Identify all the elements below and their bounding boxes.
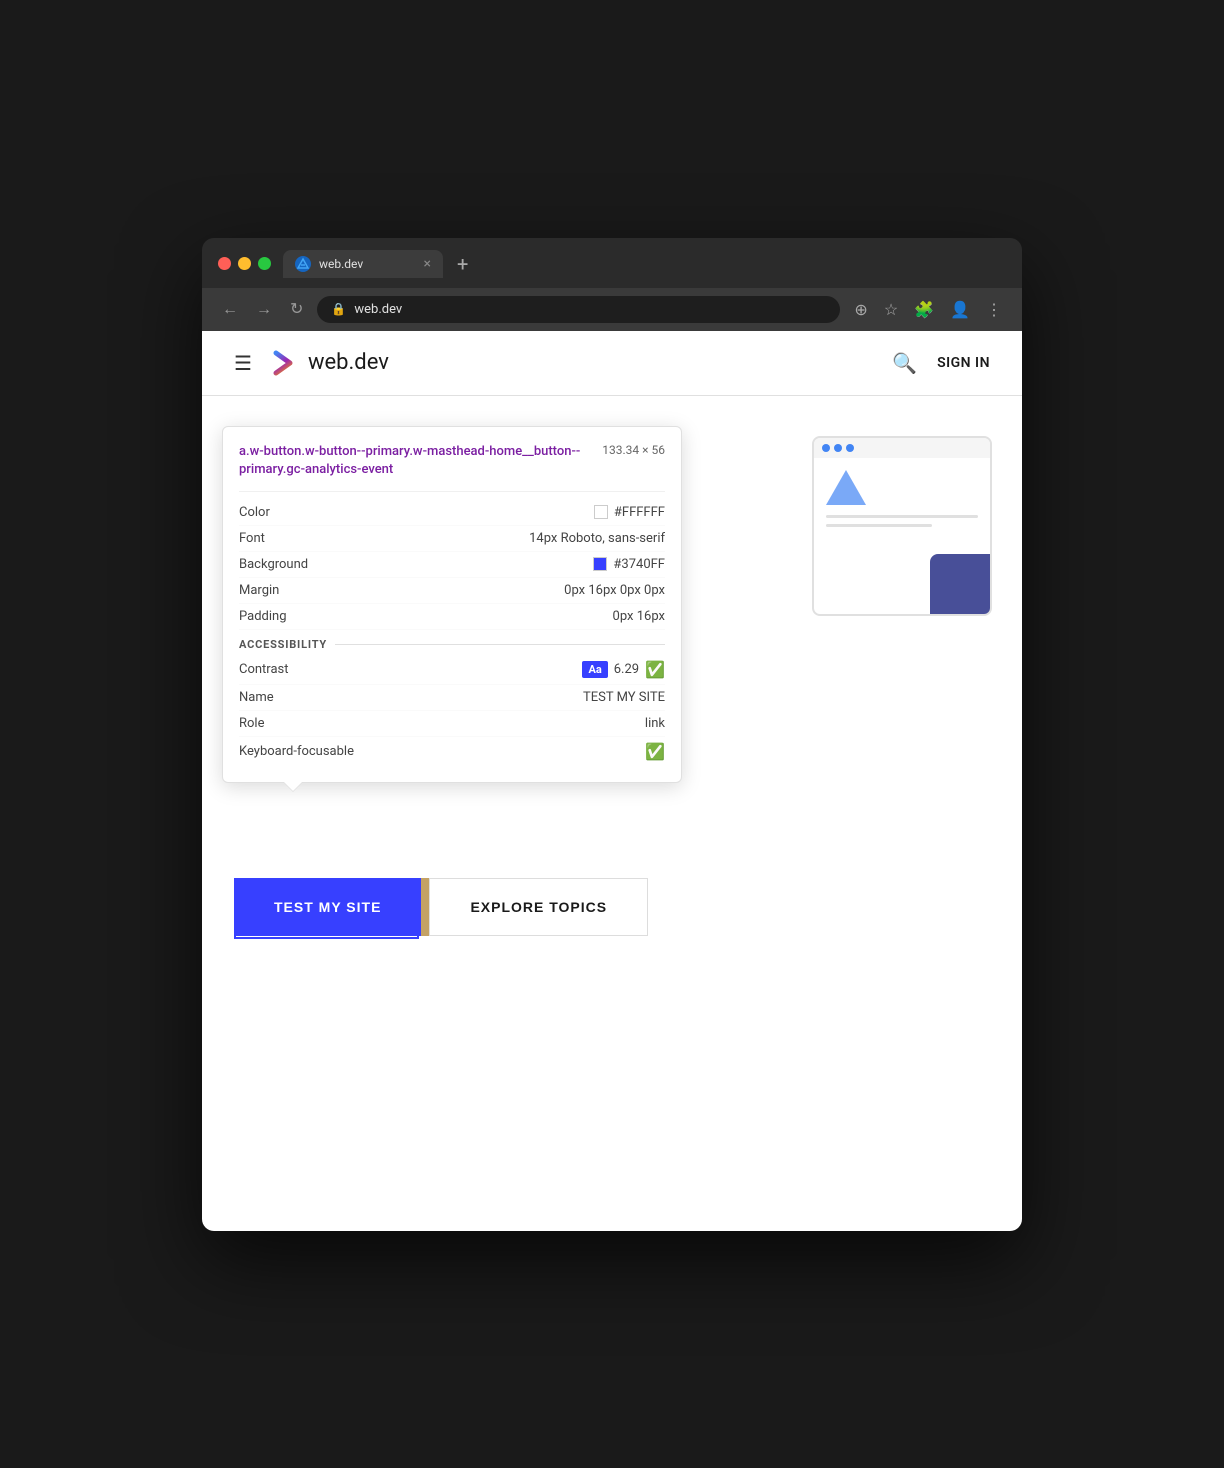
color-value: #FFFFFF (594, 505, 665, 520)
contrast-number: 6.29 (614, 662, 639, 677)
test-my-site-button[interactable]: TEST MY SITE (234, 878, 421, 936)
section-divider (335, 644, 665, 645)
font-row: Font 14px Roboto, sans-serif (239, 526, 665, 552)
inspector-tooltip: a.w-button.w-button--primary.w-masthead-… (222, 426, 682, 783)
tab-favicon-icon (295, 256, 311, 272)
browser-navbar: ← → ↻ 🔒 web.dev ⊕ ☆ 🧩 👤 ⋮ (202, 288, 1022, 331)
tooltip-header: a.w-button.w-button--primary.w-masthead-… (239, 443, 665, 479)
page-content: ☰ web.dev (202, 331, 1022, 1231)
mockup-dot-1 (822, 444, 830, 452)
browser-tab[interactable]: web.dev × (283, 250, 443, 278)
new-tab-button[interactable]: + (451, 252, 474, 276)
minimize-button[interactable] (238, 257, 251, 270)
address-bar[interactable]: 🔒 web.dev (317, 296, 840, 323)
browser-window: web.dev × + ← → ↻ 🔒 web.dev ⊕ ☆ 🧩 👤 ⋮ ☰ (202, 238, 1022, 1231)
contrast-check-icon: ✅ (645, 660, 665, 679)
background-label: Background (239, 557, 308, 572)
tooltip-properties: Color #FFFFFF Font 14px Roboto, sans-ser… (239, 491, 665, 766)
mockup-line-1 (826, 515, 978, 518)
contrast-badge: Aa (582, 661, 607, 678)
browser-mockup-illustration (812, 436, 992, 616)
zoom-icon[interactable]: ⊕ (850, 298, 871, 321)
color-row: Color #FFFFFF (239, 500, 665, 526)
url-display: web.dev (354, 302, 826, 317)
star-icon[interactable]: ☆ (880, 298, 902, 321)
mockup-triangle-shape (826, 470, 866, 505)
logo-text: web.dev (308, 350, 389, 375)
close-button[interactable] (218, 257, 231, 270)
more-options-icon[interactable]: ⋮ (982, 298, 1006, 321)
search-icon[interactable]: 🔍 (892, 351, 917, 375)
color-label: Color (239, 505, 270, 520)
color-swatch-white (594, 505, 608, 519)
puzzle-icon[interactable]: 🧩 (910, 298, 938, 321)
padding-value: 0px 16px (613, 609, 665, 624)
mockup-line-2 (826, 524, 932, 527)
name-value: TEST MY SITE (583, 690, 665, 705)
tab-bar: web.dev × + (283, 250, 1006, 278)
role-value: link (645, 716, 665, 731)
padding-row: Padding 0px 16px (239, 604, 665, 630)
accessibility-section-label: ACCESSIBILITY (239, 630, 665, 655)
mockup-dot-3 (846, 444, 854, 452)
site-logo[interactable]: web.dev (268, 347, 389, 379)
element-dimensions: 133.34 × 56 (602, 443, 665, 457)
traffic-lights (218, 257, 271, 270)
reload-button[interactable]: ↻ (286, 299, 307, 319)
margin-label: Margin (239, 583, 279, 598)
nav-icons: ⊕ ☆ 🧩 👤 ⋮ (850, 298, 1006, 321)
hamburger-menu-icon[interactable]: ☰ (234, 351, 252, 375)
tab-title: web.dev (319, 257, 416, 271)
logo-chevron-icon (268, 347, 300, 379)
background-hex: #3740FF (613, 557, 665, 572)
role-label: Role (239, 716, 264, 731)
explore-topics-button[interactable]: EXPLORE TOPICS (429, 878, 648, 936)
margin-row: Margin 0px 16px 0px 0px (239, 578, 665, 604)
contrast-value: Aa 6.29 ✅ (582, 660, 665, 679)
color-swatch-blue (593, 557, 607, 571)
name-row: Name TEST MY SITE (239, 685, 665, 711)
maximize-button[interactable] (258, 257, 271, 270)
tab-close-icon[interactable]: × (424, 257, 431, 271)
mockup-titlebar (814, 438, 990, 458)
mockup-lines (826, 515, 978, 527)
sign-in-button[interactable]: SIGN IN (937, 355, 990, 371)
tooltip-arrow (283, 782, 303, 792)
lock-icon: 🔒 (331, 302, 346, 316)
padding-label: Padding (239, 609, 287, 624)
contrast-label: Contrast (239, 662, 289, 677)
site-header: ☰ web.dev (202, 331, 1022, 396)
role-row: Role link (239, 711, 665, 737)
account-icon[interactable]: 👤 (946, 298, 974, 321)
margin-value: 0px 16px 0px 0px (564, 583, 665, 598)
back-button[interactable]: ← (218, 299, 242, 319)
contrast-aa-label: Aa (588, 663, 601, 676)
font-label: Font (239, 531, 265, 546)
mockup-blue-shape (930, 554, 990, 614)
contrast-row: Contrast Aa 6.29 ✅ (239, 655, 665, 685)
mockup-dot-2 (834, 444, 842, 452)
color-hex: #FFFFFF (614, 505, 665, 520)
keyboard-check-icon: ✅ (645, 742, 665, 761)
header-left: ☰ web.dev (234, 347, 389, 379)
keyboard-value: ✅ (645, 742, 665, 761)
background-value: #3740FF (593, 557, 665, 572)
css-selector: a.w-button.w-button--primary.w-masthead-… (239, 443, 590, 479)
background-row: Background #3740FF (239, 552, 665, 578)
browser-titlebar: web.dev × + (202, 238, 1022, 288)
keyboard-row: Keyboard-focusable ✅ (239, 737, 665, 766)
hero-section: re of your own nd analysis (202, 396, 1022, 996)
mockup-body (814, 458, 990, 539)
keyboard-label: Keyboard-focusable (239, 744, 354, 759)
forward-button[interactable]: → (252, 299, 276, 319)
font-value: 14px Roboto, sans-serif (529, 531, 665, 546)
accessibility-title: ACCESSIBILITY (239, 638, 327, 651)
header-right: 🔍 SIGN IN (892, 351, 990, 375)
cta-section: TEST MY SITE EXPLORE TOPICS (234, 878, 648, 936)
name-label: Name (239, 690, 274, 705)
